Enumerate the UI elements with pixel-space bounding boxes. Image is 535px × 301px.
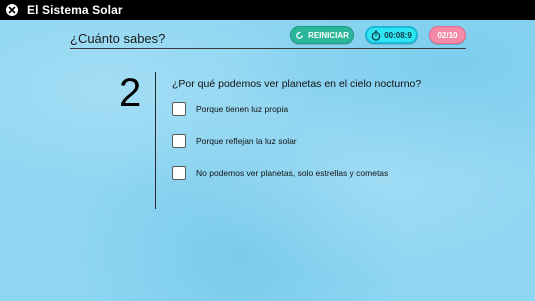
timer-value: 00:08:9 (384, 30, 412, 40)
question-divider (155, 72, 156, 209)
answer-label: No podemos ver planetas, solo estrellas … (196, 168, 389, 178)
answer-label: Porque reflejan la luz solar (196, 136, 297, 146)
answer-option-1[interactable]: Porque tienen luz propia (172, 102, 288, 116)
heading-divider (70, 48, 466, 49)
answer-option-2[interactable]: Porque reflejan la luz solar (172, 134, 297, 148)
stopwatch-icon (371, 30, 381, 41)
question-text: ¿Por qué podemos ver planetas en el ciel… (172, 78, 422, 90)
answer-checkbox[interactable] (172, 134, 186, 148)
answer-checkbox[interactable] (172, 102, 186, 116)
quiz-heading: ¿Cuánto sabes? (70, 31, 166, 46)
close-button[interactable] (6, 4, 18, 16)
answer-label: Porque tienen luz propia (196, 104, 289, 114)
question-number: 2 (119, 71, 142, 115)
answer-checkbox[interactable] (172, 166, 186, 180)
restart-icon (295, 30, 304, 40)
restart-label: REINICIAR (308, 30, 349, 40)
timer-display: 00:08:9 (365, 26, 418, 44)
question-counter: 02/10 (429, 26, 466, 44)
app-title: El Sistema Solar (27, 3, 123, 17)
close-icon (8, 6, 16, 14)
restart-button[interactable]: REINICIAR (290, 26, 354, 44)
title-bar: El Sistema Solar (0, 0, 535, 20)
answer-option-3[interactable]: No podemos ver planetas, solo estrellas … (172, 166, 388, 180)
